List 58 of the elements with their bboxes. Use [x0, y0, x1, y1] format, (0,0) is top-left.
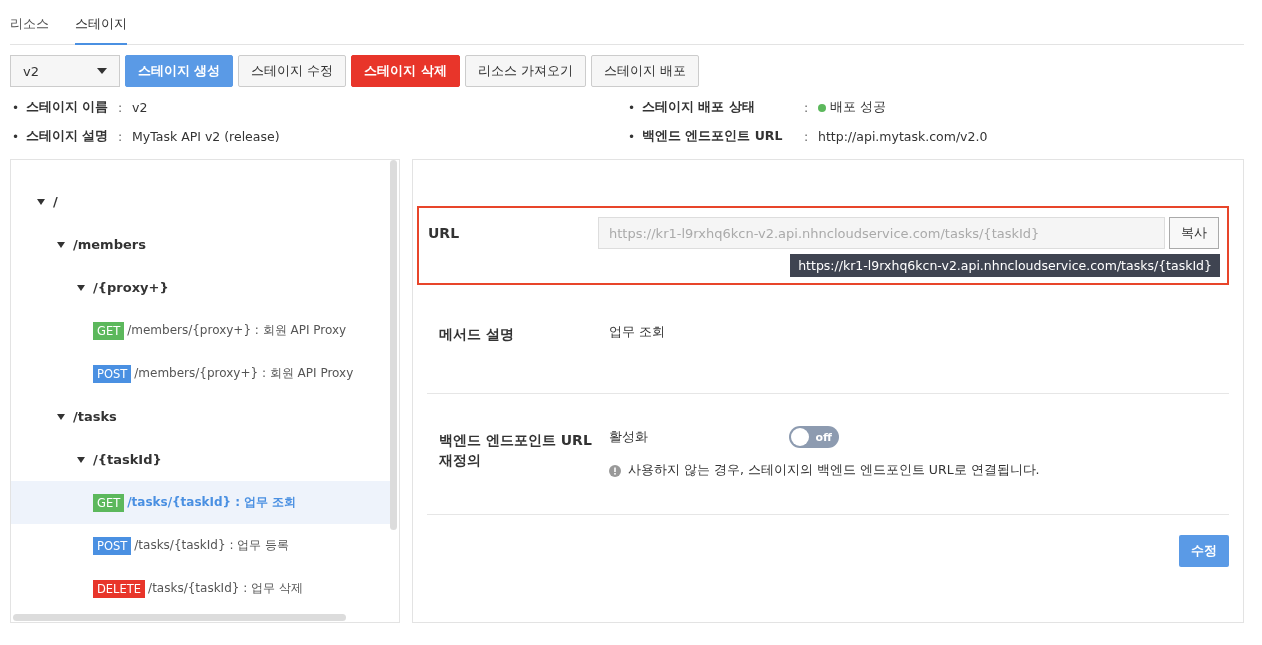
colon: : — [118, 129, 124, 144]
method-label: /tasks/{taskId} : 업무 조회 — [127, 494, 297, 511]
info-value: http://api.mytask.com/v2.0 — [818, 129, 988, 144]
bullet: • — [628, 100, 637, 115]
caret-icon[interactable] — [77, 284, 85, 291]
vertical-scrollbar[interactable] — [390, 160, 397, 530]
method-badge: GET — [93, 493, 125, 512]
method-label: /members/{proxy+} : 회원 API Proxy — [134, 365, 354, 382]
info-icon — [609, 464, 621, 477]
method-badge: DELETE — [93, 579, 146, 598]
method-item[interactable]: DELETE /tasks/{taskId} : 업무 삭제 — [11, 567, 391, 610]
field-value: 업무 조회 — [609, 323, 665, 341]
resource-path[interactable]: /tasks — [73, 409, 117, 424]
colon: : — [804, 100, 810, 115]
resource-path[interactable]: /{taskId} — [93, 452, 162, 467]
bullet: • — [628, 129, 637, 144]
caret-icon[interactable] — [57, 413, 65, 420]
caret-icon[interactable] — [37, 198, 45, 205]
method-badge: POST — [93, 536, 132, 555]
info-label: 스테이지 설명 — [26, 128, 110, 145]
toolbar-button[interactable]: 스테이지 삭제 — [351, 55, 460, 87]
resource-path[interactable]: /members — [73, 237, 146, 252]
bullet: • — [12, 100, 21, 115]
resource-path[interactable]: / — [53, 194, 58, 209]
method-label: /tasks/{taskId} : 업무 삭제 — [148, 580, 303, 597]
caret-icon — [97, 68, 107, 74]
info-value: MyTask API v2 (release) — [132, 129, 280, 144]
stage-select[interactable]: v2 — [10, 55, 120, 87]
method-badge: POST — [93, 364, 132, 383]
method-item[interactable]: GET /members/{proxy+} : 회원 API Proxy — [11, 309, 391, 352]
info-label: 백엔드 엔드포인트 URL — [642, 128, 784, 145]
method-label: /tasks/{taskId} : 업무 등록 — [134, 537, 290, 554]
toolbar-button[interactable]: 리소스 가져오기 — [464, 55, 586, 87]
toolbar-button[interactable]: 스테이지 배포 — [590, 55, 699, 87]
field-label: 백엔드 엔드포인트 URL 재정의 — [439, 431, 593, 470]
field-label: URL — [428, 224, 461, 243]
caret-icon[interactable] — [57, 241, 65, 248]
tab[interactable]: 리소스 — [10, 15, 49, 45]
method-item[interactable]: POST /members/{proxy+} : 회원 API Proxy — [11, 352, 391, 395]
note-text: 사용하지 않는 경우, 스테이지의 백엔드 엔드포인트 URL로 연결됩니다. — [628, 462, 1040, 479]
field-label: 메서드 설명 — [439, 325, 515, 344]
method-item[interactable]: POST /tasks/{taskId} : 업무 등록 — [11, 524, 391, 567]
method-label: /members/{proxy+} : 회원 API Proxy — [127, 322, 347, 339]
toolbar-button[interactable]: 스테이지 수정 — [238, 55, 347, 87]
resource-path[interactable]: /{proxy+} — [93, 280, 169, 295]
tab[interactable]: 스테이지 — [75, 15, 127, 45]
info-label: 스테이지 배포 상태 — [642, 99, 756, 116]
bullet: • — [12, 129, 21, 144]
horizontal-scrollbar[interactable] — [13, 614, 346, 621]
method-badge: GET — [93, 321, 125, 340]
caret-icon[interactable] — [77, 456, 85, 463]
tooltip: https://kr1-l9rxhq6kcn-v2.api.nhncloudservice.com/tasks/{taskId} — [790, 254, 1220, 277]
toggle-label: 활성화 — [609, 428, 649, 446]
info-value: v2 — [132, 100, 148, 115]
colon: : — [118, 100, 124, 115]
info-label: 스테이지 이름 — [26, 99, 110, 116]
colon: : — [804, 129, 810, 144]
info-value: 배포 성공 — [830, 99, 886, 116]
